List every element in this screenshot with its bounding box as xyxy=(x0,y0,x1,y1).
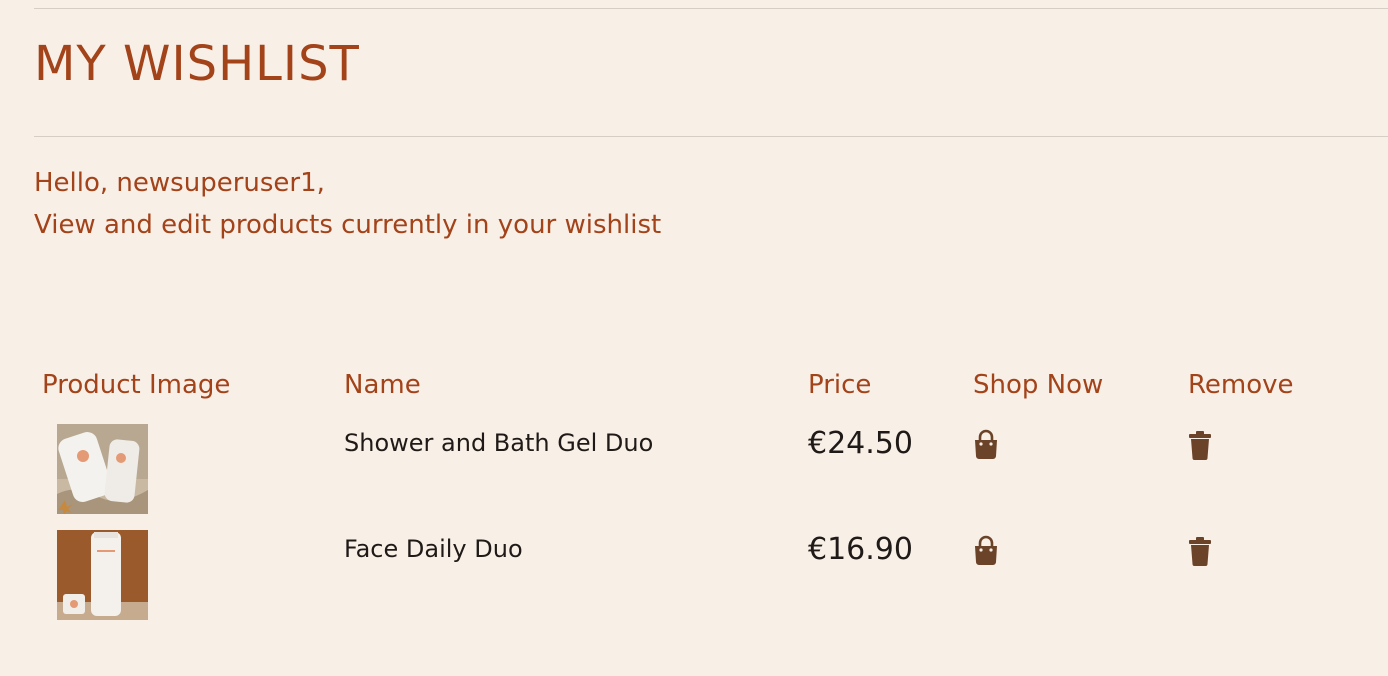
header-shop-now: Shop Now xyxy=(973,370,1104,400)
trash-icon[interactable] xyxy=(1186,535,1214,567)
top-divider xyxy=(34,8,1388,9)
table-row: Face Daily Duo €16.90 xyxy=(0,529,1388,621)
wishlist-subtitle: View and edit products currently in your… xyxy=(34,210,662,240)
greeting-text: Hello, newsuperuser1, xyxy=(34,168,325,198)
product-image-shower-bath-gel[interactable] xyxy=(57,424,148,514)
page-title: MY WISHLIST xyxy=(34,36,360,92)
shopping-bag-icon[interactable] xyxy=(972,429,1000,461)
product-price: €16.90 xyxy=(808,532,913,567)
table-row: Shower and Bath Gel Duo €24.50 xyxy=(0,423,1388,515)
product-name[interactable]: Face Daily Duo xyxy=(344,535,523,564)
header-remove: Remove xyxy=(1188,370,1294,400)
product-image-face-daily-duo[interactable] xyxy=(57,530,148,620)
header-name: Name xyxy=(344,370,421,400)
header-product-image: Product Image xyxy=(42,370,231,400)
shopping-bag-icon[interactable] xyxy=(972,535,1000,567)
trash-icon[interactable] xyxy=(1186,429,1214,461)
product-name[interactable]: Shower and Bath Gel Duo xyxy=(344,429,653,458)
header-price: Price xyxy=(808,370,872,400)
title-divider xyxy=(34,136,1388,137)
product-price: €24.50 xyxy=(808,426,913,461)
